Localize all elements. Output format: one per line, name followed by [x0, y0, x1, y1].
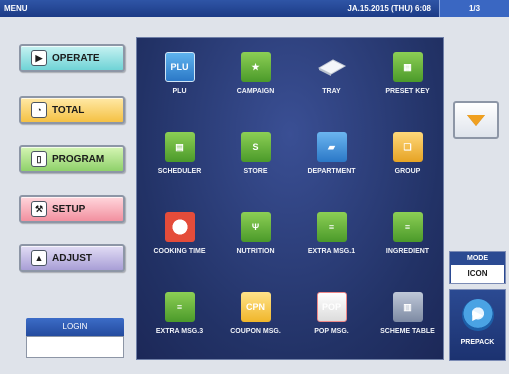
- prepack-button[interactable]: ▶ PREPACK: [449, 289, 506, 361]
- menu-item-label: POP MSG.: [314, 328, 349, 335]
- message-icon: ≡: [316, 212, 347, 242]
- menu-item-label: SCHEDULER: [157, 168, 202, 175]
- menu-item-label: PLU: [172, 88, 187, 95]
- adjust-button[interactable]: ▲ ADJUST: [19, 244, 125, 272]
- menu-item-label: EXTRA MSG.1: [307, 248, 356, 255]
- prepack-icon: ▶: [461, 299, 494, 331]
- prepack-label: PREPACK: [460, 339, 495, 346]
- scroll-down-button[interactable]: [453, 101, 499, 139]
- menu-item-plu[interactable]: PLU PLU: [141, 42, 218, 114]
- play-icon: ▶: [31, 50, 47, 66]
- store-icon: S: [240, 132, 271, 162]
- menu-icon-panel: PLU PLU ★ CAMPAIGN TRAY ▦ PRESET KEY ▤ S…: [136, 37, 444, 360]
- menu-item-nutrition[interactable]: Ψ NUTRITION: [217, 202, 294, 274]
- menu-item-store[interactable]: S STORE: [217, 122, 294, 194]
- menu-item-tray[interactable]: TRAY: [293, 42, 370, 114]
- triangle-icon: ▲: [31, 250, 47, 266]
- login-field[interactable]: [26, 336, 124, 358]
- menu-item-label: COOKING TIME: [153, 248, 206, 255]
- menu-item-extra-msg-1[interactable]: ≡ EXTRA MSG.1: [293, 202, 370, 274]
- coupon-icon: CPN: [240, 292, 271, 322]
- operate-button[interactable]: ▶ OPERATE: [19, 44, 125, 72]
- cutlery-icon: Ψ: [240, 212, 271, 242]
- menu-item-label: GROUP: [394, 168, 421, 175]
- menu-item-label: EXTRA MSG.3: [155, 328, 204, 335]
- menu-item-pop-msg[interactable]: POP POP MSG.: [293, 282, 370, 354]
- menu-item-label: DEPARTMENT: [307, 168, 356, 175]
- mode-value: ICON: [451, 265, 504, 283]
- menu-item-preset-key[interactable]: ▦ PRESET KEY: [369, 42, 446, 114]
- page-indicator: 1/3: [439, 0, 509, 17]
- program-label: PROGRAM: [52, 153, 105, 165]
- menu-item-campaign[interactable]: ★ CAMPAIGN: [217, 42, 294, 114]
- plu-icon: PLU: [164, 52, 195, 82]
- menu-item-label: INGREDIENT: [385, 248, 430, 255]
- login-label: LOGIN: [26, 318, 124, 336]
- menu-item-group[interactable]: ❏ GROUP: [369, 122, 446, 194]
- menu-item-label: STORE: [243, 168, 268, 175]
- timer-icon: [164, 212, 195, 242]
- menu-item-label: PRESET KEY: [385, 88, 430, 95]
- program-button[interactable]: ▯ PROGRAM: [19, 145, 125, 173]
- pop-icon: POP: [316, 292, 347, 322]
- tray-icon: [317, 52, 347, 82]
- folder-icon: ▰: [316, 132, 347, 162]
- mode-label: MODE: [467, 255, 488, 262]
- calendar-icon: ▤: [164, 132, 195, 162]
- menu-item-label: NUTRITION: [236, 248, 275, 255]
- keypad-icon: ▦: [392, 52, 423, 82]
- menu-title: MENU: [4, 4, 28, 13]
- setup-button[interactable]: ⚒ SETUP: [19, 195, 125, 223]
- message-icon: ≡: [392, 212, 423, 242]
- star-icon: ★: [240, 52, 271, 82]
- menu-item-department[interactable]: ▰ DEPARTMENT: [293, 122, 370, 194]
- clock-icon: ◔: [31, 102, 47, 118]
- book-icon: ▯: [31, 151, 47, 167]
- menu-item-label: COUPON MSG.: [230, 328, 281, 335]
- setup-label: SETUP: [52, 203, 86, 215]
- menu-item-label: CAMPAIGN: [236, 88, 275, 95]
- wrench-icon: ⚒: [31, 201, 47, 217]
- mode-selector[interactable]: MODE ICON: [449, 251, 506, 284]
- menu-item-coupon-msg[interactable]: CPN COUPON MSG.: [217, 282, 294, 354]
- menu-item-ingredient[interactable]: ≡ INGREDIENT: [369, 202, 446, 274]
- table-icon: ▥: [392, 292, 423, 322]
- menu-item-cooking-time[interactable]: COOKING TIME: [141, 202, 218, 274]
- top-bar: MENU JA.15.2015 (THU) 6:08 1/3: [0, 0, 509, 17]
- menu-item-label: TRAY: [322, 88, 341, 95]
- menu-item-scheme-table[interactable]: ▥ SCHEME TABLE: [369, 282, 446, 354]
- menu-item-extra-msg-3[interactable]: ≡ EXTRA MSG.3: [141, 282, 218, 354]
- chevron-down-icon: [467, 114, 485, 126]
- total-button[interactable]: ◔ TOTAL: [19, 96, 125, 124]
- adjust-label: ADJUST: [52, 252, 93, 264]
- operate-label: OPERATE: [52, 52, 100, 64]
- menu-item-scheduler[interactable]: ▤ SCHEDULER: [141, 122, 218, 194]
- menu-item-label: SCHEME TABLE: [380, 328, 435, 335]
- message-icon: ≡: [164, 292, 195, 322]
- total-label: TOTAL: [52, 104, 85, 116]
- date-time: JA.15.2015 (THU) 6:08: [347, 4, 431, 13]
- group-icon: ❏: [392, 132, 423, 162]
